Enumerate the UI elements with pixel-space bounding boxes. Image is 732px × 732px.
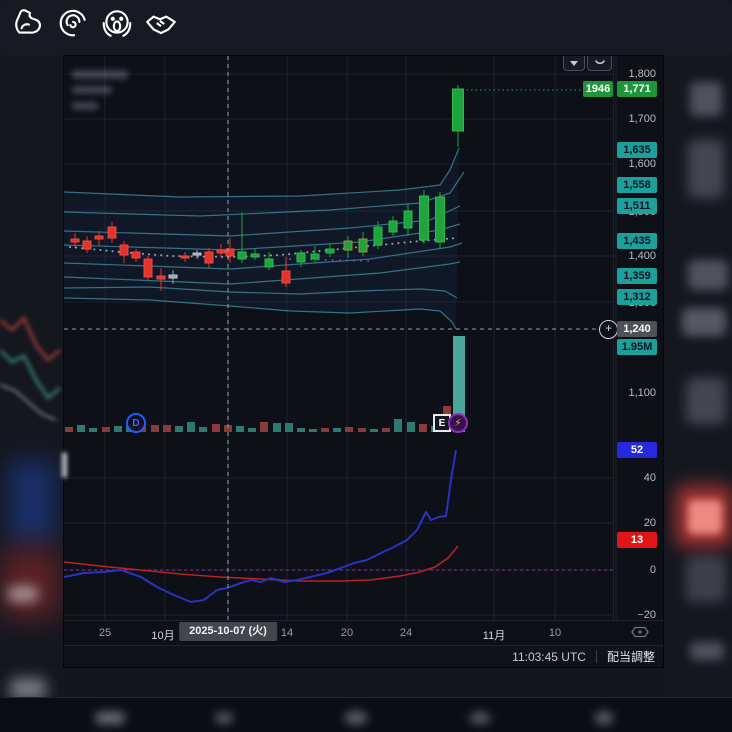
background-bleed	[62, 452, 67, 478]
background-blob	[8, 460, 56, 540]
volume-series	[65, 336, 465, 432]
background-blob	[0, 548, 60, 618]
time-axis-label: 10	[549, 627, 561, 639]
price-badge: 1,558	[617, 177, 657, 193]
price-axis-label: 0	[650, 562, 656, 578]
price-axis-label: 1,600	[628, 156, 656, 172]
background-blob	[686, 378, 726, 424]
price-badge: 1.95M	[617, 339, 657, 355]
price-axis-label: 1,100	[628, 385, 656, 401]
handshake-icon	[144, 6, 178, 40]
background-blob	[686, 556, 726, 602]
time-axis-label: 14	[281, 627, 293, 639]
chevron-down-icon	[570, 61, 578, 66]
legend-smudge	[72, 86, 112, 94]
cyclone-icon	[56, 6, 90, 40]
time-axis-label: 10月	[151, 627, 174, 643]
background-blob	[215, 713, 233, 723]
oscillator-red-line	[64, 546, 458, 581]
background-blob	[682, 308, 726, 336]
price-badge: 1,635	[617, 142, 657, 158]
background-taskbar	[0, 697, 732, 732]
restore-pane-button[interactable]	[587, 56, 612, 71]
status-divider	[596, 650, 597, 663]
emoji-row	[12, 6, 178, 40]
price-axis-label: 20	[644, 515, 656, 531]
event-marker-d[interactable]: D	[126, 413, 146, 433]
status-bar: 11:03:45 UTC 配当調整	[64, 645, 663, 667]
price-badge: 1,435	[617, 233, 657, 249]
time-axis-label: 25	[99, 627, 111, 639]
background-blob	[690, 82, 722, 116]
price-badge: 1,240	[617, 321, 657, 337]
screen: 1,8001,7001,6001,5001,4001,3001,10040200…	[0, 0, 732, 732]
price-axis-label: 1,700	[628, 111, 656, 127]
background-blob	[690, 642, 724, 660]
time-axis[interactable]: 25 10月 14 20 24 11月 10	[64, 620, 663, 646]
clock-utc[interactable]: 11:03:45 UTC	[512, 650, 586, 664]
price-badge: 52	[617, 442, 657, 458]
time-axis-label: 11月	[483, 627, 505, 643]
background-blob	[470, 713, 490, 723]
background-blob	[688, 500, 722, 534]
scale-eye-icon[interactable]	[631, 626, 649, 638]
price-badge: 1,771	[617, 81, 657, 97]
price-axis-label: 1,800	[628, 66, 656, 82]
arc-down-icon	[595, 60, 605, 66]
price-badge: 1946	[583, 81, 613, 97]
collapse-pane-button[interactable]	[563, 56, 585, 71]
background-blob	[95, 712, 125, 724]
background-blob	[345, 712, 367, 724]
dividend-adjust-toggle[interactable]: 配当調整	[607, 648, 655, 665]
price-axis-label: 1,400	[628, 248, 656, 264]
time-axis-label: 24	[400, 627, 412, 639]
event-marker-lightning[interactable]: ⚡	[448, 413, 468, 433]
legend-smudge	[72, 102, 98, 110]
crosshair-plus-button[interactable]: +	[599, 320, 618, 339]
background-blob	[688, 140, 724, 198]
price-badge: 1,511	[617, 198, 657, 214]
background-blob	[595, 712, 613, 724]
crosshair-date-badge: 2025-10-07 (火)	[179, 622, 277, 641]
gridlines	[64, 56, 616, 620]
price-badge: 1,359	[617, 268, 657, 284]
price-badge: 1,312	[617, 289, 657, 305]
chart-plot[interactable]	[64, 56, 663, 667]
time-axis-label: 20	[341, 627, 353, 639]
price-badge: 13	[617, 532, 657, 548]
chart-window[interactable]: 1,8001,7001,6001,5001,4001,3001,10040200…	[64, 56, 663, 667]
screaming-face-icon	[100, 6, 134, 40]
background-minichart	[0, 290, 64, 430]
background-blob	[688, 260, 728, 290]
price-axis-label: 40	[644, 470, 656, 486]
background-blob	[8, 586, 38, 602]
legend-smudge	[72, 70, 128, 79]
flexed-biceps-icon	[12, 6, 46, 40]
